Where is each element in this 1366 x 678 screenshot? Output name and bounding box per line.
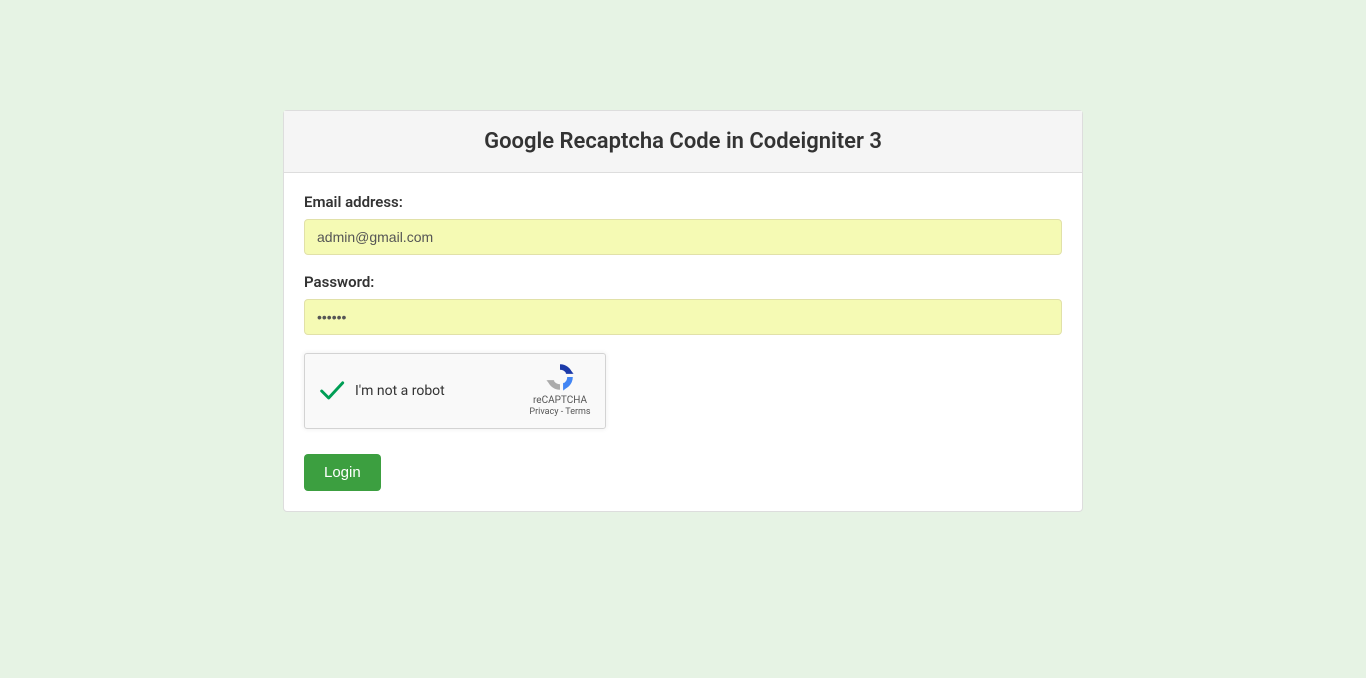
email-label: Email address: [304,193,1062,211]
recaptcha-privacy-link[interactable]: Privacy [529,407,558,417]
login-panel: Google Recaptcha Code in Codeigniter 3 E… [283,110,1083,512]
recaptcha-icon [544,361,576,393]
recaptcha-logo: reCAPTCHA Privacy - Terms [525,361,595,417]
recaptcha-checkmark-icon [317,377,345,405]
recaptcha-widget[interactable]: I'm not a robot reCAPTCHA Privacy - Term… [304,353,606,429]
recaptcha-links: Privacy - Terms [525,407,595,417]
password-label: Password: [304,273,1062,291]
password-form-group: Password: [304,273,1062,335]
recaptcha-label: I'm not a robot [355,383,445,399]
panel-body: Email address: Password: I'm not a robot [284,173,1082,511]
recaptcha-brand: reCAPTCHA [525,395,595,406]
page-title: Google Recaptcha Code in Codeigniter 3 [304,129,1062,154]
login-button[interactable]: Login [304,454,381,491]
email-field[interactable] [304,219,1062,255]
panel-header: Google Recaptcha Code in Codeigniter 3 [284,111,1082,173]
recaptcha-terms-link[interactable]: Terms [565,407,590,417]
password-field[interactable] [304,299,1062,335]
email-form-group: Email address: [304,193,1062,255]
